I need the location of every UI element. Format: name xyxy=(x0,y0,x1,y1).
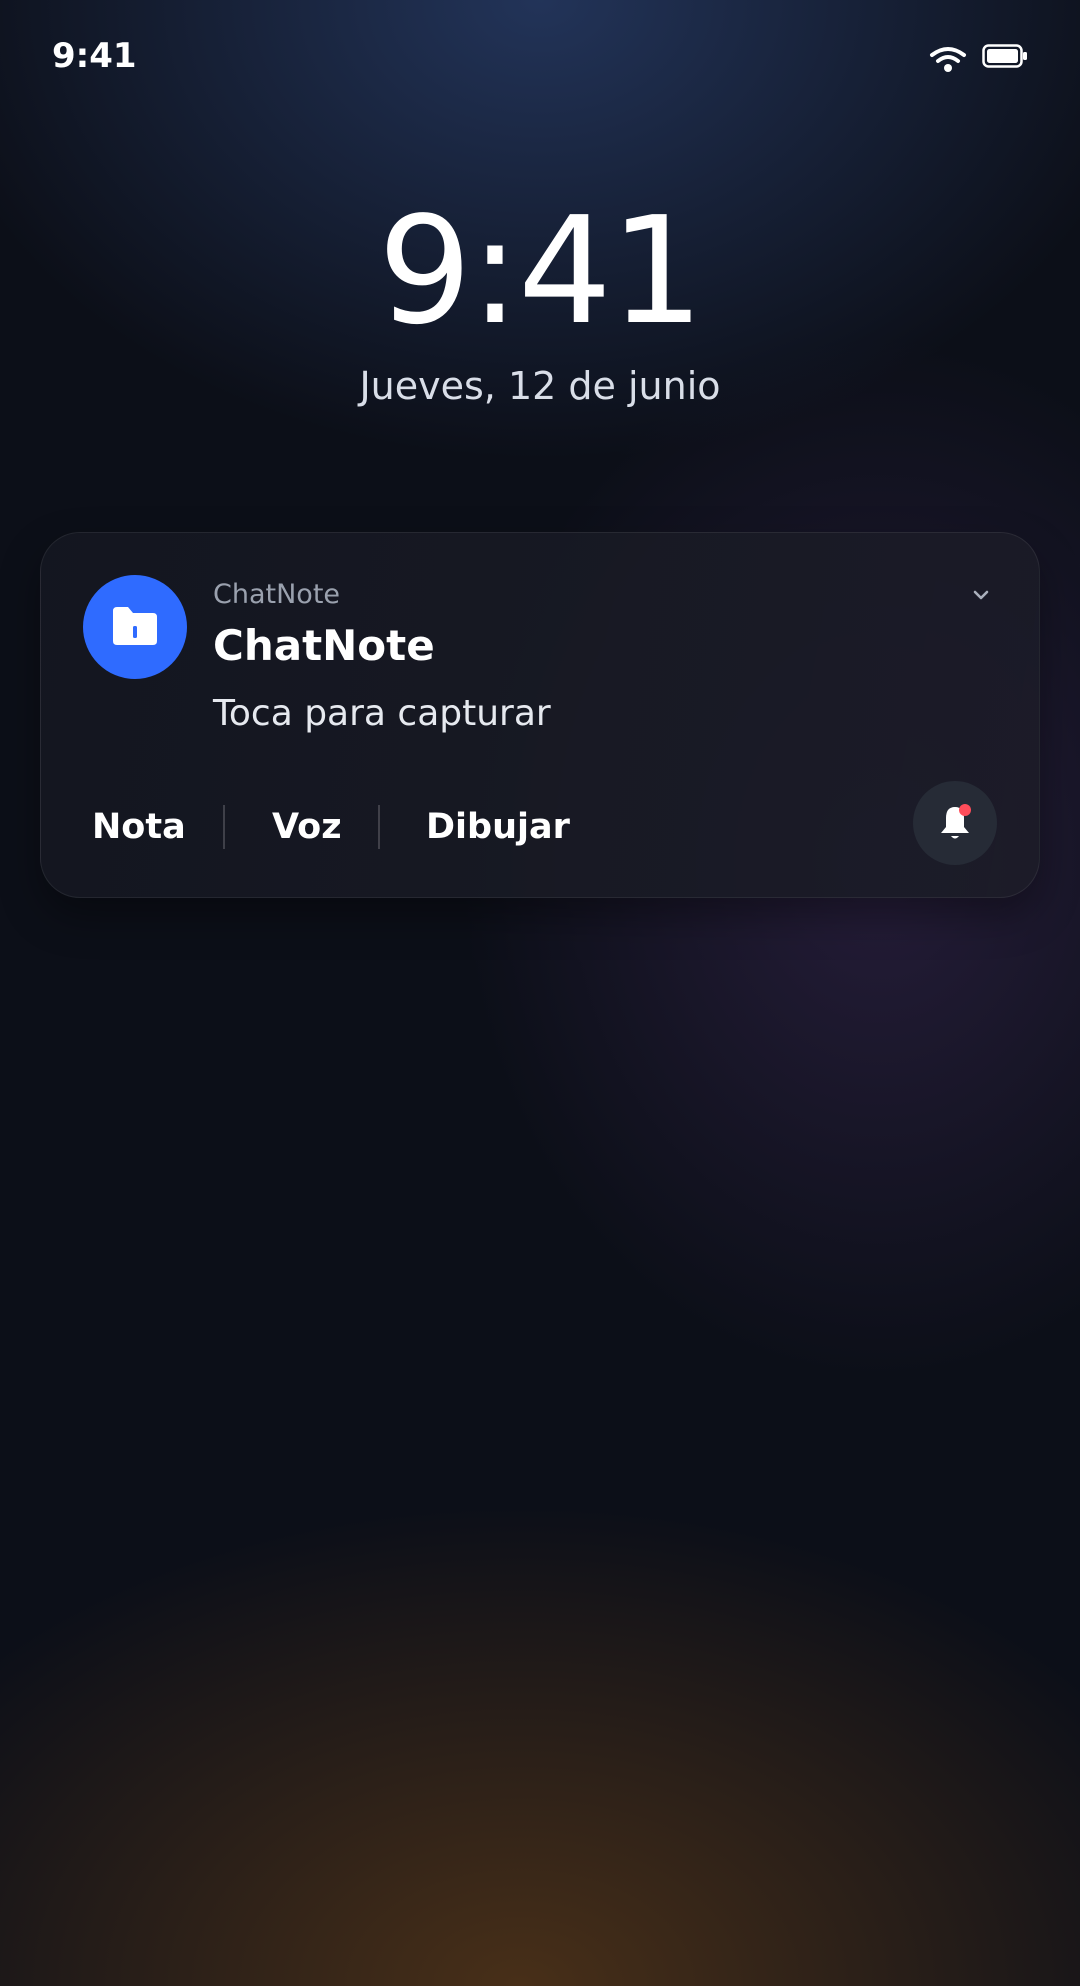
chevron-down-icon[interactable] xyxy=(971,587,991,603)
app-icon xyxy=(83,575,187,679)
status-time: 9:41 xyxy=(52,36,137,76)
lock-screen-clock: 9:41 xyxy=(377,185,704,357)
bell-icon xyxy=(941,804,971,839)
draw-action-button[interactable]: Dibujar xyxy=(426,797,570,857)
notification-actions: Nota Voz Dibujar xyxy=(41,797,1041,857)
action-divider xyxy=(223,805,225,849)
lock-screen-date: Jueves, 12 de junio xyxy=(359,364,721,408)
status-bar: 9:41 xyxy=(0,0,1080,120)
wifi-icon xyxy=(930,47,966,72)
notification-app-name: ChatNote xyxy=(213,579,341,610)
action-divider xyxy=(378,805,380,849)
folder-icon xyxy=(113,607,157,645)
battery-icon xyxy=(982,44,1027,68)
notification-bell-button[interactable] xyxy=(913,781,997,865)
note-action-button[interactable]: Nota xyxy=(92,797,186,857)
voice-action-button[interactable]: Voz xyxy=(272,797,342,857)
notification-title: ChatNote xyxy=(213,621,435,670)
notification-body: Toca para capturar xyxy=(213,693,551,734)
notification-card[interactable]: ChatNote ChatNote Toca para capturar Not… xyxy=(40,532,1040,898)
